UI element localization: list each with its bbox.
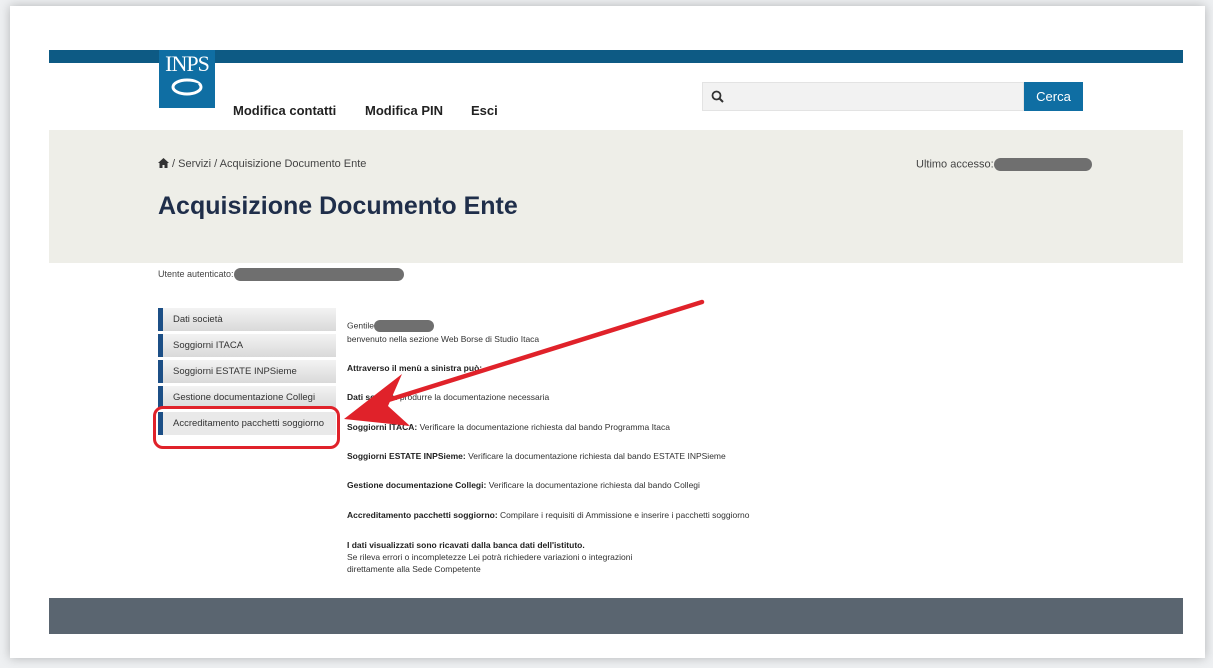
annotation-arrow-icon	[344, 299, 705, 426]
browser-screenshot: INPS Modifica contatti Modifica PIN Esci…	[10, 6, 1205, 658]
